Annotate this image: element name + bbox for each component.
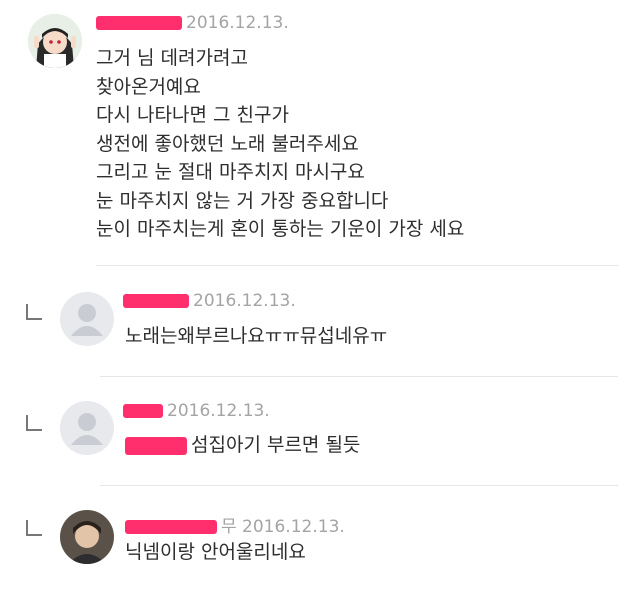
reply-arrow-icon bbox=[26, 304, 42, 320]
person-photo-avatar bbox=[60, 510, 114, 564]
reply-1: 2016.12.13. 노래는왜부르나요ㅠㅠ뮤섭네유ㅠ bbox=[0, 266, 640, 376]
comment-meta: 2016.12.13. bbox=[96, 13, 289, 33]
comment-text: 닉넴이랑 안어울리네요 bbox=[125, 541, 306, 563]
comment-line: 그리고 눈 절대 마주치지 마시구요 bbox=[96, 161, 365, 183]
avatar-default[interactable] bbox=[60, 401, 114, 455]
comment-date: 2016.12.13. bbox=[193, 291, 296, 311]
person-icon bbox=[71, 304, 103, 336]
redacted-username bbox=[96, 16, 182, 30]
comment-line: 눈 마주치지 않는 거 가장 중요합니다 bbox=[96, 189, 389, 212]
comment-text: 섬집아기 부르면 될듯 bbox=[125, 431, 360, 460]
comment-line: 찾아온거예요 bbox=[96, 75, 201, 98]
avatar[interactable] bbox=[28, 14, 82, 68]
comment-date: 2016.12.13. bbox=[186, 13, 289, 33]
avatar[interactable] bbox=[60, 510, 114, 564]
comment-line: 그거 님 데려가려고 bbox=[96, 47, 248, 69]
comment-meta: 2016.12.13. bbox=[123, 291, 296, 311]
redacted-mention bbox=[125, 436, 187, 455]
redacted-username bbox=[125, 520, 217, 534]
avatar-default[interactable] bbox=[60, 292, 114, 346]
comment-text: 노래는왜부르나요ㅠㅠ뮤섭네유ㅠ bbox=[125, 325, 388, 347]
reply-3: 무 2016.12.13. 닉넴이랑 안어울리네요 bbox=[0, 486, 640, 594]
reply-2: 2016.12.13. 섬집아기 부르면 될듯 bbox=[0, 377, 640, 485]
comment-date: 2016.12.13. bbox=[242, 517, 345, 537]
comment-date: 2016.12.13. bbox=[167, 401, 270, 421]
comment-line: 생전에 좋아했던 노래 불러주세요 bbox=[96, 132, 359, 155]
anime-avatar-image bbox=[28, 14, 82, 68]
comment-meta: 무 2016.12.13. bbox=[125, 512, 345, 537]
reply-arrow-icon bbox=[26, 415, 42, 431]
comment-text-content: 섬집아기 부르면 될듯 bbox=[191, 434, 361, 456]
comment-line: 다시 나타나면 그 친구가 bbox=[96, 104, 289, 126]
person-icon bbox=[71, 413, 103, 445]
redacted-username bbox=[123, 294, 189, 308]
username-suffix: 무 bbox=[221, 517, 237, 537]
redacted-username bbox=[123, 404, 163, 418]
comment-meta: 2016.12.13. bbox=[123, 401, 270, 421]
comment-1: 2016.12.13. 그거 님 데려가려고 찾아온거예요 다시 나타나면 그 … bbox=[0, 0, 640, 265]
comment-text: 그거 님 데려가려고 찾아온거예요 다시 나타나면 그 친구가 생전에 좋아했던… bbox=[96, 44, 464, 244]
reply-arrow-icon bbox=[26, 520, 42, 536]
comment-line: 눈이 마주치는게 혼이 통하는 기운이 가장 세요 bbox=[96, 218, 465, 240]
